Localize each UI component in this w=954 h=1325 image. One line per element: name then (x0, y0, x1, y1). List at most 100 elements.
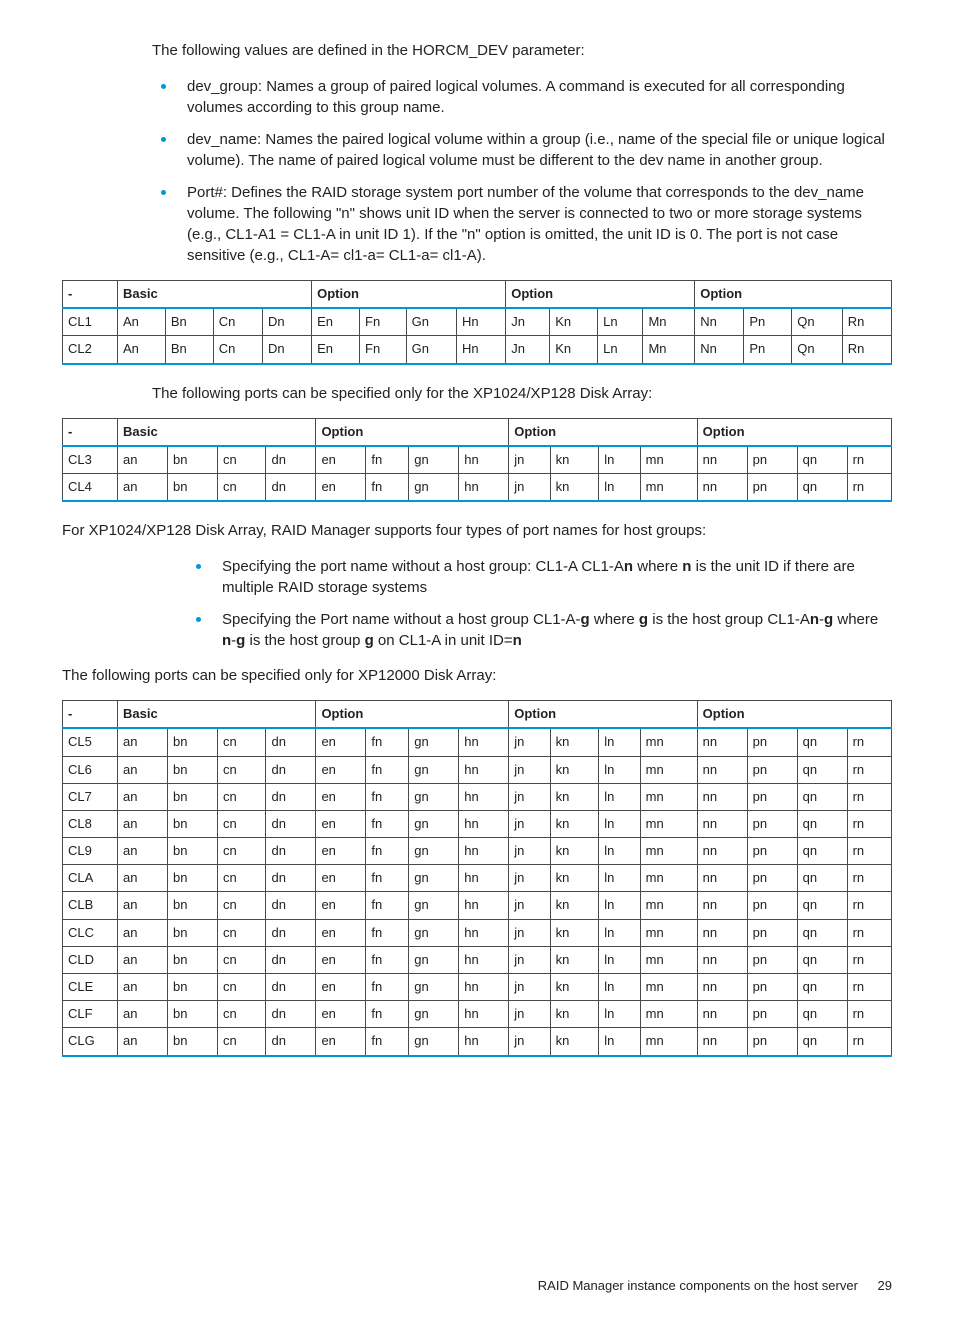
table-cell: nn (697, 1001, 747, 1028)
table-cell: kn (550, 446, 599, 474)
table-cell: hn (459, 865, 509, 892)
table-cell: kn (550, 838, 599, 865)
table-cell: gn (409, 1001, 459, 1028)
table-cell: cn (217, 756, 266, 783)
hostgroup-item-1: Specifying the port name without a host … (212, 555, 892, 598)
table-cell: Pn (744, 336, 792, 364)
table-cell: en (316, 728, 366, 756)
table-cell: dn (266, 783, 316, 810)
table-cell: jn (509, 810, 550, 837)
table-cell: Bn (165, 308, 213, 336)
table-cell: kn (550, 865, 599, 892)
table-cell: en (316, 1001, 366, 1028)
table-cell: mn (640, 446, 697, 474)
table-cell: Bn (165, 336, 213, 364)
table-cell: cn (217, 946, 266, 973)
table-cell: dn (266, 946, 316, 973)
row-label: CLA (63, 865, 118, 892)
table-cell: pn (747, 728, 797, 756)
table-cell: qn (797, 946, 847, 973)
table-cell: an (118, 1001, 168, 1028)
row-label: CL3 (63, 446, 118, 474)
table-cell: gn (409, 783, 459, 810)
table-cell: rn (847, 838, 891, 865)
row-label: CL2 (63, 336, 118, 364)
table-header: Option (312, 281, 506, 309)
table-cell: bn (167, 974, 217, 1001)
table-cell: ln (599, 783, 640, 810)
row-label: CL7 (63, 783, 118, 810)
table-cell: mn (640, 946, 697, 973)
table-cell: mn (640, 1001, 697, 1028)
table-cell: en (316, 919, 366, 946)
table-cell: en (316, 446, 366, 474)
table-cell: qn (797, 783, 847, 810)
table-cell: an (118, 473, 168, 501)
table-cell: Rn (842, 336, 891, 364)
table-cell: qn (797, 810, 847, 837)
table-cell: an (118, 892, 168, 919)
table-cell: jn (509, 892, 550, 919)
table-cell: mn (640, 473, 697, 501)
table-cell: cn (217, 810, 266, 837)
table-cell: gn (409, 756, 459, 783)
row-label: CLB (63, 892, 118, 919)
table-cell: jn (509, 1028, 550, 1056)
table-cell: an (118, 446, 168, 474)
table-cell: jn (509, 728, 550, 756)
table-cell: gn (409, 974, 459, 1001)
table-cell: pn (747, 919, 797, 946)
table-cell: fn (366, 473, 409, 501)
table-cell: jn (509, 473, 550, 501)
table-cell: gn (409, 473, 459, 501)
table-header: Option (316, 418, 509, 446)
table-cell: mn (640, 892, 697, 919)
table-cell: rn (847, 946, 891, 973)
table-cell: kn (550, 974, 599, 1001)
table-cell: cn (217, 919, 266, 946)
definition-list: dev_group: Names a group of paired logic… (62, 75, 892, 266)
table-cell: hn (459, 838, 509, 865)
table-cell: En (312, 308, 360, 336)
table-cell: ln (599, 919, 640, 946)
table-cell: dn (266, 974, 316, 1001)
table-cell: fn (366, 810, 409, 837)
table-cell: an (118, 838, 168, 865)
table-cell: Dn (262, 336, 311, 364)
row-label: CL5 (63, 728, 118, 756)
table-cell: pn (747, 473, 797, 501)
table-cell: ln (599, 892, 640, 919)
table-cell: kn (550, 473, 599, 501)
table-cell: bn (167, 783, 217, 810)
table-cell: en (316, 865, 366, 892)
table-cell: gn (409, 892, 459, 919)
table-cell: gn (409, 946, 459, 973)
table-cell: qn (797, 892, 847, 919)
table-cell: hn (459, 783, 509, 810)
table-cell: kn (550, 810, 599, 837)
table-cell: rn (847, 728, 891, 756)
table-cell: cn (217, 892, 266, 919)
table-cell: an (118, 974, 168, 1001)
table-header: Option (697, 418, 891, 446)
table-cell: Jn (506, 336, 550, 364)
table-cell: bn (167, 838, 217, 865)
table-cell: hn (459, 728, 509, 756)
table-cell: nn (697, 728, 747, 756)
table-cell: kn (550, 756, 599, 783)
table-cell: qn (797, 728, 847, 756)
table-cell: cn (217, 838, 266, 865)
table-cell: jn (509, 919, 550, 946)
table-cell: bn (167, 919, 217, 946)
table-cell: nn (697, 783, 747, 810)
table-cell: mn (640, 810, 697, 837)
table-cell: Kn (550, 336, 598, 364)
table-cell: rn (847, 473, 891, 501)
table-header: Option (697, 701, 891, 729)
table-cell: dn (266, 892, 316, 919)
table-cell: nn (697, 1028, 747, 1056)
table-cell: Cn (213, 336, 262, 364)
table-cell: hn (459, 810, 509, 837)
table-cell: bn (167, 892, 217, 919)
table-header: Basic (118, 701, 316, 729)
